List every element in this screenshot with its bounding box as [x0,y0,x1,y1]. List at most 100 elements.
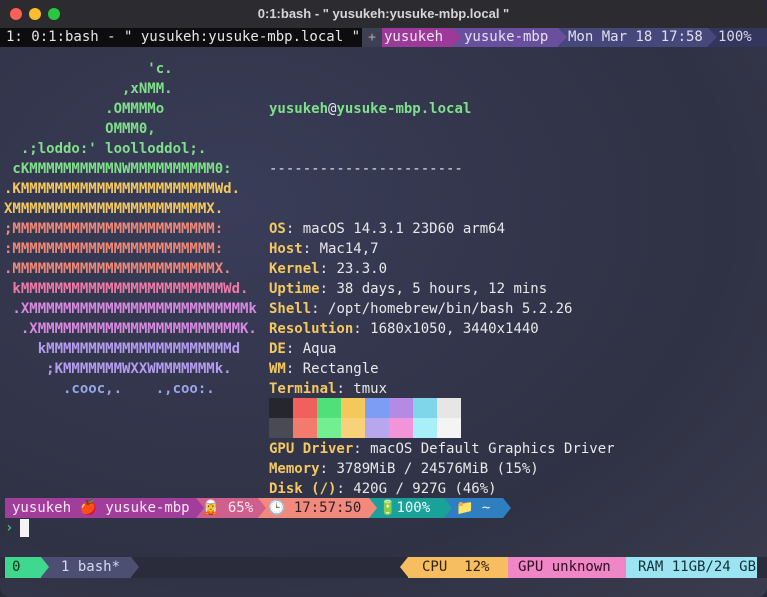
tab-active[interactable]: 1: 0:1:bash - " yusukeh:yusuke-mbp.local… [0,28,362,47]
info-key: Uptime [269,281,320,297]
apple-ascii-logo: 'c. ,xNMM. .OMMMMo OMMM0, .;loddo:' lool… [4,59,257,399]
info-value: macOS 14.3.1 23D60 arm64 [302,221,506,237]
logo-line: .OMMMMo [4,101,165,117]
info-row: OS: macOS 14.3.1 23D60 arm64 [269,219,615,239]
prompt-host: yusuke-mbp [105,500,190,516]
status-cpu: CPU 12% [400,557,508,578]
prompt-user-segment: yusukeh 🍎 yusuke-mbp [5,498,204,518]
info-value: Rectangle [302,361,379,377]
info-value: macOS Default Graphics Driver [370,441,615,457]
color-swatch [365,398,389,418]
logo-line: .MMMMMMMMMMMMMMMMMMMMMMMMX. [4,261,232,277]
info-user: yusukeh [269,101,329,117]
clock-icon: 🕒 [268,500,286,516]
window-title: 0:1:bash - " yusukeh:yusuke-mbp.local " [257,6,510,21]
info-row: Resolution: 1680x1050, 3440x1440 [269,319,615,339]
status-session[interactable]: 0 [5,557,49,578]
info-value: 3789MiB / 24576MiB (15%) [336,461,539,477]
text-cursor[interactable] [20,519,29,537]
info-row: DE: Aqua [269,339,615,359]
info-row: Terminal: tmux [269,379,615,399]
color-swatch [437,418,461,438]
tmux-top-bar: 1: 0:1:bash - " yusukeh:yusuke-mbp.local… [0,28,767,47]
info-key-suffix: : [336,481,354,497]
logo-line: .XMMMMMMMMMMMMMMMMMMMMMMMMMMk [4,301,257,317]
logo-line: 'c. [4,61,173,77]
logo-line: kMMMMMMMMMMMMMMMMMMMMMMd [4,341,241,357]
prompt-charge-segment: 🔋100% [369,498,452,518]
info-key: WM [269,361,286,377]
info-header: yusukeh@yusuke-mbp.local [269,99,615,119]
info-key-suffix: : [302,241,320,257]
info-value: 23.3.0 [336,261,388,277]
person-icon: 🧝 [202,500,220,516]
info-key: Disk (/) [269,481,337,497]
logo-line: .KMMMMMMMMMMMMMMMMMMMMMMMWd. [4,181,241,197]
info-key: GPU Driver [269,441,354,457]
info-row: GPU Driver: macOS Default Graphics Drive… [269,439,615,459]
info-key: Memory [269,461,320,477]
top-datetime-segment: Mon Mar 18 17:58 [558,28,717,47]
logo-line: OMMM0, [4,121,156,137]
info-key-suffix: : [353,441,371,457]
logo-line: ,xNMM. [4,81,173,97]
info-key-suffix: : [319,461,337,477]
prompt-time: 17:57:50 [293,500,362,516]
prompt-time-segment: 🕒 17:57:50 [258,498,377,518]
info-key: Host [269,241,303,257]
color-swatch [413,418,437,438]
status-gpu: GPU unknown [508,557,626,578]
logo-line: :MMMMMMMMMMMMMMMMMMMMMMMM: [4,241,224,257]
info-value: Aqua [302,341,337,357]
top-host-segment: yusuke-mbp [452,28,567,47]
info-row: Memory: 3789MiB / 24576MiB (15%) [269,459,615,479]
logo-line: ;KMMMMMMMWXXWMMMMMMMk. [4,361,232,377]
info-value: 420G / 927G (46%) [353,481,497,497]
info-row: Disk (/): 420G / 927G (46%) [269,479,615,499]
title-bar: 0:1:bash - " yusukeh:yusuke-mbp.local " [0,0,767,29]
logo-line: cKMMMMMMMMMMNWMMMMMMMMMM0: [4,161,232,177]
info-key-suffix: : [285,361,303,377]
top-user-segment: yusukeh [382,28,461,47]
info-key: Shell [269,301,312,317]
info-host: yusuke-mbp.local [336,101,472,117]
info-key: Terminal [269,381,337,397]
battery-icon: 🔋 [379,500,397,516]
prompt-battery-pct: 65% [227,500,254,516]
color-swatch [269,418,293,438]
info-row: Shell: /opt/homebrew/bin/bash 5.2.26 [269,299,615,319]
info-key: OS [269,221,286,237]
status-window[interactable]: 1 bash* [41,557,139,578]
info-value: 1680x1050, 3440x1440 [370,321,539,337]
new-tab-button[interactable]: + [362,28,382,47]
info-row: Host: Mac14,7 [269,239,615,259]
shell-prompt: yusukeh 🍎 yusuke-mbp 🧝 65% 🕒 17:57:50 🔋1… [5,498,525,518]
info-value: 38 days, 5 hours, 12 mins [336,281,548,297]
color-swatch [317,418,341,438]
prompt-dir-segment: 📁 ~ [444,498,511,518]
prompt-user: yusukeh [12,500,72,516]
info-value: Mac14,7 [319,241,379,257]
color-swatch [413,398,437,418]
info-key: Resolution [269,321,354,337]
info-row: Kernel: 23.3.0 [269,259,615,279]
color-swatch [293,418,317,438]
info-value: /opt/homebrew/bin/bash 5.2.26 [328,301,573,317]
logo-line: ;MMMMMMMMMMMMMMMMMMMMMMMM: [4,221,224,237]
color-swatch [341,418,365,438]
info-row: WM: Rectangle [269,359,615,379]
info-key-suffix: : [319,261,337,277]
prompt-battery-segment: 🧝 65% [196,498,266,518]
info-key: Kernel [269,261,320,277]
logo-line: kMMMMMMMMMMMMMMMMMMMMMMMMWd. [4,281,249,297]
info-key: DE [269,341,286,357]
color-swatch [365,418,389,438]
color-swatch [389,398,413,418]
terminal-window: 0:1:bash - " yusukeh:yusuke-mbp.local " … [0,0,767,597]
info-key-suffix: : [285,221,303,237]
system-info: yusukeh@yusuke-mbp.local ---------------… [269,59,615,539]
prompt-charge: 100% [396,500,431,516]
prompt-dir: ~ [481,500,491,516]
color-swatch [293,398,317,418]
info-rows: OS: macOS 14.3.1 23D60 arm64 Host: Mac14,… [269,219,615,499]
